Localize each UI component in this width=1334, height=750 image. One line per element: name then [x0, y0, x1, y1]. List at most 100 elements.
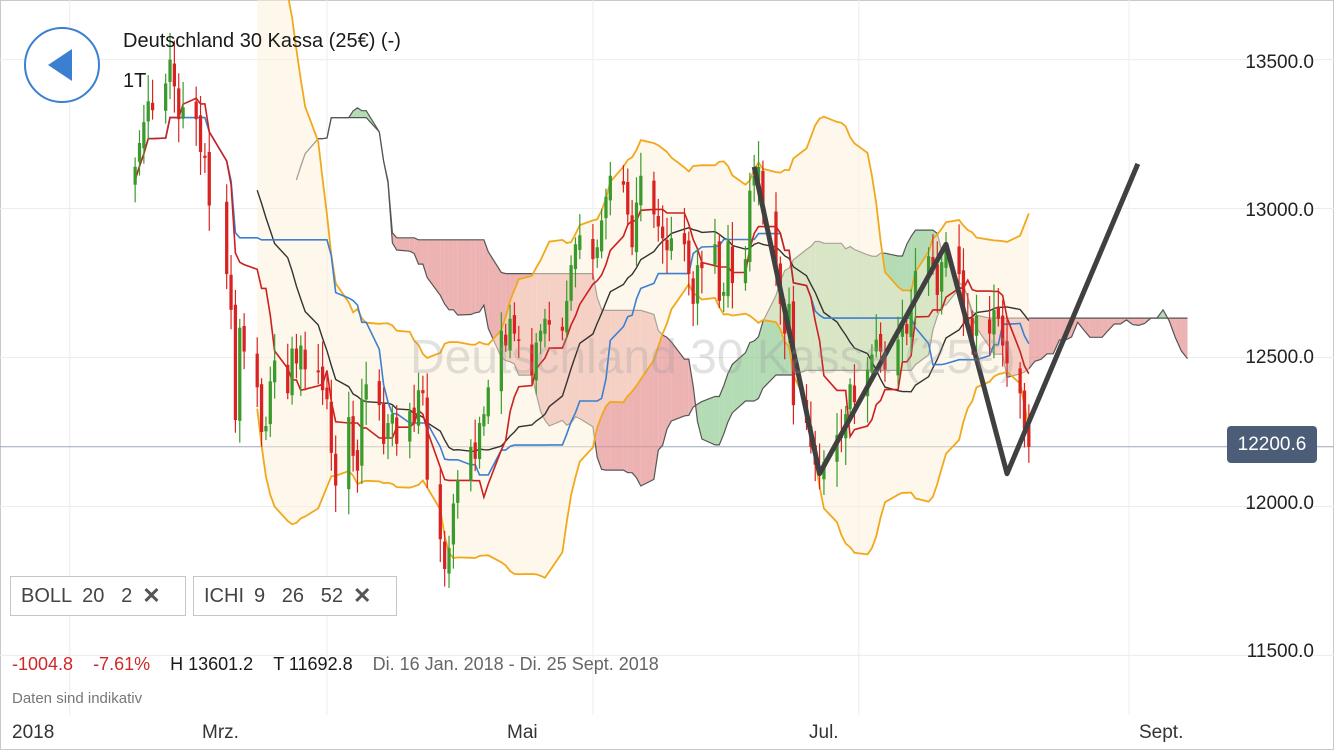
cloud-segment	[1035, 318, 1041, 361]
timeframe-label[interactable]: 1T	[123, 70, 146, 93]
candle-body	[665, 240, 668, 250]
candle-body	[848, 384, 851, 409]
candle-body	[604, 197, 607, 219]
candle-body	[600, 220, 603, 251]
candle-body	[661, 227, 664, 239]
candle-body	[134, 167, 137, 185]
bollinger-fill	[257, 0, 1029, 578]
candle-body	[853, 385, 856, 402]
cloud-segment	[698, 402, 702, 439]
candle-body	[936, 264, 939, 295]
last-price-badge: 12200.6	[1227, 426, 1317, 463]
candle-body	[478, 423, 481, 459]
x-tick-label: 2018	[12, 722, 54, 744]
cloud-segment	[445, 240, 449, 310]
candle-body	[391, 414, 394, 423]
candle-body	[591, 239, 594, 259]
close-icon[interactable]: ✕	[142, 583, 160, 609]
indicator-chip-boll[interactable]: BOLL 20 2 ✕	[10, 576, 186, 616]
candle-body	[147, 101, 150, 121]
back-button[interactable]	[24, 27, 100, 103]
y-tick-label: 13000.0	[1245, 200, 1314, 222]
candle-body	[299, 346, 302, 370]
y-tick-label: 12000.0	[1245, 493, 1314, 515]
candle-body	[395, 417, 398, 443]
candle-body	[722, 292, 725, 296]
candle-body	[382, 404, 385, 444]
candle-body	[168, 60, 171, 82]
candle-body	[692, 278, 695, 304]
cloud-segment	[440, 240, 444, 304]
candle-body	[229, 275, 232, 310]
y-tick-label: 13500.0	[1245, 52, 1314, 74]
cloud-segment	[471, 240, 475, 315]
indicator-params: 20 2	[82, 585, 132, 608]
candle-body	[264, 426, 267, 431]
cloud-segment	[715, 396, 719, 444]
candle-body	[242, 326, 245, 352]
candle-body	[565, 301, 568, 332]
candle-body	[596, 247, 599, 258]
candle-body	[347, 417, 350, 489]
close-icon[interactable]: ✕	[353, 583, 371, 609]
low-value: T 11692.8	[273, 654, 352, 675]
cloud-segment	[419, 240, 423, 264]
candle-body	[421, 390, 424, 393]
cloud-segment	[1041, 318, 1047, 359]
candle-body	[683, 233, 686, 244]
candle-body	[290, 349, 293, 396]
candle-body	[199, 115, 202, 152]
cloud-segment	[1175, 318, 1181, 351]
candle-body	[957, 246, 960, 274]
candle-body	[195, 102, 198, 120]
candle-body	[164, 83, 167, 110]
indicator-chip-ichi[interactable]: ICHI 9 26 52 ✕	[193, 576, 397, 616]
high-value: H 13601.2	[170, 654, 253, 675]
candle-body	[273, 360, 276, 382]
candle-body	[687, 241, 690, 275]
candle-body	[1018, 368, 1021, 393]
candle-body	[378, 381, 381, 405]
x-tick-label: Mrz.	[202, 722, 239, 744]
x-tick-label: Jul.	[809, 722, 839, 744]
candle-body	[360, 399, 363, 465]
bollinger-band-fill	[257, 0, 1029, 578]
candle-body	[351, 416, 354, 456]
candle-body	[356, 450, 359, 471]
candle-body	[452, 503, 455, 544]
candle-body	[447, 548, 450, 573]
stats-bar: -1004.8 -7.61% H 13601.2 T 11692.8 Di. 1…	[12, 654, 659, 675]
candle-body	[321, 367, 324, 391]
candle-body	[334, 454, 337, 486]
candle-body	[177, 88, 180, 119]
candle-body	[426, 398, 429, 480]
candle-body	[417, 390, 420, 425]
candle-body	[713, 244, 716, 264]
candle-body	[234, 305, 237, 420]
candle-body	[622, 181, 625, 185]
candle-body	[997, 307, 1000, 319]
candle-body	[138, 143, 141, 162]
candle-body	[700, 262, 703, 268]
candle-body	[413, 408, 416, 423]
candle-body	[696, 265, 699, 303]
y-tick-label: 11500.0	[1247, 641, 1314, 663]
candle-body	[325, 388, 328, 400]
cloud-segment	[458, 240, 471, 315]
cloud-segment	[1047, 318, 1053, 354]
candle-body	[408, 411, 411, 441]
candle-body	[569, 265, 572, 301]
candle-body	[208, 152, 211, 206]
candle-body	[940, 262, 943, 291]
candle-body	[639, 176, 642, 205]
cloud-segment	[475, 240, 479, 313]
candle-body	[443, 542, 446, 569]
candle-body	[578, 235, 581, 250]
candle-body	[474, 442, 477, 458]
candle-body	[657, 216, 660, 226]
candle-body	[744, 259, 747, 283]
candle-body	[386, 423, 389, 439]
cloud-segment	[449, 240, 453, 310]
candle-body	[609, 176, 612, 201]
candle-body	[748, 191, 751, 262]
